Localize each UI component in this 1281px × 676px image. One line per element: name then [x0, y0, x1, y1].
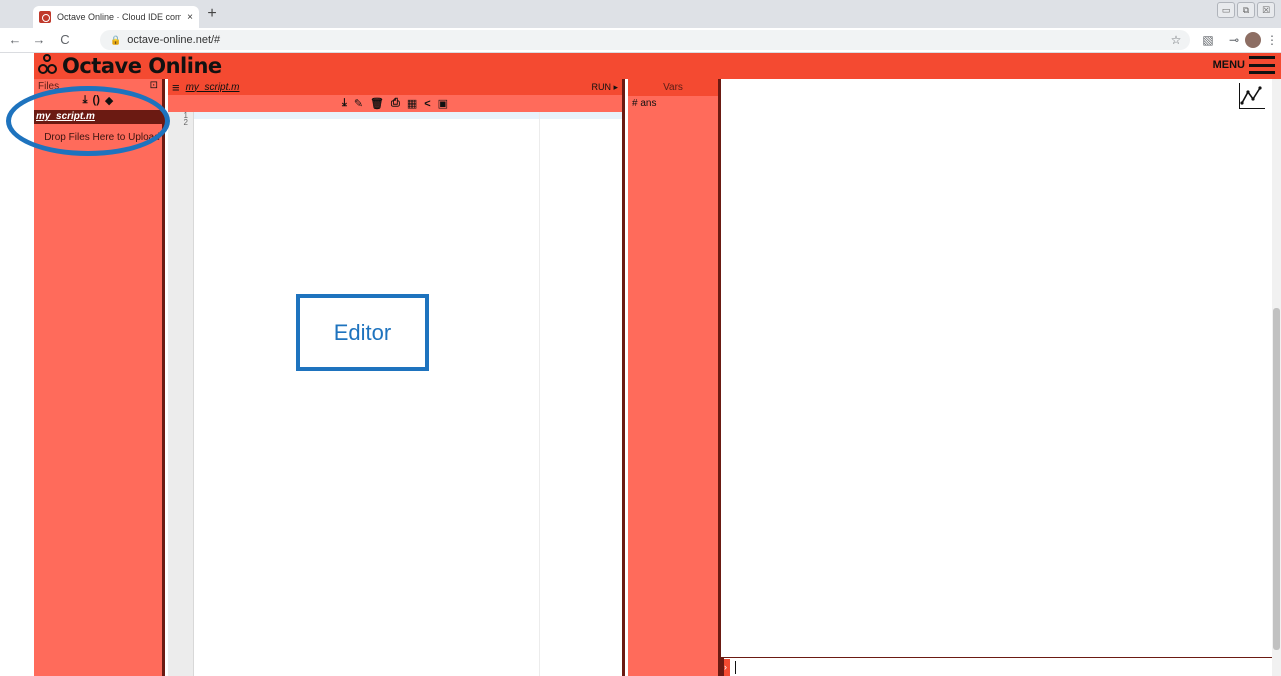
pdf-extension-icon[interactable]: ▧ — [1200, 32, 1216, 48]
profile-avatar[interactable] — [1245, 32, 1261, 48]
plot-output-area — [724, 79, 1269, 657]
line-gutter: 1 2 — [168, 112, 194, 676]
line-number: 1 — [183, 111, 188, 120]
download-icon[interactable]: ⤓ — [342, 97, 347, 110]
var-item-ans[interactable]: # ans — [628, 96, 718, 111]
new-tab-button[interactable]: + — [204, 6, 220, 24]
editor-toolbar: ⤓ ✎ 🗑 ⎙ ▦ < ▣ — [168, 95, 622, 112]
save-icon[interactable]: ▣ — [438, 97, 448, 110]
minimize-button[interactable]: ▭ — [1217, 2, 1235, 18]
octave-logo[interactable]: Octave Online — [38, 53, 222, 79]
url-text: octave-online.net/# — [127, 34, 221, 46]
window-controls: ▭ ⧉ ☒ — [1217, 2, 1275, 20]
app-header: Octave Online MENU — [34, 53, 1281, 79]
editor-annotation-box: Editor — [296, 294, 429, 371]
hamburger-icon — [1249, 56, 1275, 74]
files-panel: Files ⊡ ⤓ () ◆ my_script.m Drop Files He… — [34, 79, 165, 676]
text-cursor — [735, 661, 736, 674]
editor-filename[interactable]: my_script.m — [186, 82, 240, 93]
vars-panel: Vars # ans — [628, 79, 721, 676]
highlight-ellipse — [6, 86, 170, 156]
editor-panel: ≡ my_script.m RUN ▸ ⤓ ✎ 🗑 ⎙ ▦ < ▣ 1 2 Ed… — [168, 79, 625, 676]
browser-tab[interactable]: Octave Online · Cloud IDE compatib × — [33, 6, 199, 28]
line-number: 2 — [183, 118, 188, 127]
favicon-icon — [39, 11, 51, 23]
vars-header: Vars — [628, 79, 718, 96]
restore-button[interactable]: ⧉ — [1237, 2, 1255, 18]
address-bar: ← → C 🔒 octave-online.net/# ☆ ▧ ⊸ ⋮ — [0, 28, 1281, 53]
rename-icon[interactable]: ✎ — [354, 97, 363, 110]
prompt-icon: › — [724, 659, 730, 676]
command-input[interactable]: › — [721, 657, 1272, 676]
menu-label: MENU — [1212, 59, 1245, 71]
bookmark-star-icon[interactable]: ☆ — [1168, 32, 1184, 48]
share-icon[interactable]: < — [424, 98, 430, 110]
delete-icon[interactable]: 🗑 — [370, 97, 384, 110]
reload-button[interactable]: C — [56, 31, 74, 49]
print-icon[interactable]: ⎙ — [391, 97, 400, 110]
back-button[interactable]: ← — [6, 31, 24, 49]
plot-window-icon[interactable] — [1239, 83, 1265, 109]
octave-logo-icon — [38, 54, 60, 77]
collapse-files-icon[interactable]: ⊡ — [150, 80, 158, 91]
logo-text: Octave Online — [62, 54, 222, 78]
menu-button[interactable]: MENU — [1213, 56, 1275, 74]
close-window-button[interactable]: ☒ — [1257, 2, 1275, 18]
browser-tab-bar: Octave Online · Cloud IDE compatib × + ▭… — [0, 0, 1281, 28]
lock-icon: 🔒 — [110, 34, 122, 45]
url-input[interactable]: 🔒 octave-online.net/# — [100, 30, 1190, 50]
editor-annotation-label: Editor — [333, 319, 392, 345]
key-icon[interactable]: ⊸ — [1226, 32, 1242, 48]
qr-icon[interactable]: ▦ — [407, 97, 417, 110]
editor-menu-icon[interactable]: ≡ — [172, 80, 180, 95]
scrollbar-thumb[interactable] — [1273, 308, 1280, 650]
tab-close-button[interactable]: × — [187, 12, 193, 23]
code-editor-area[interactable] — [194, 112, 622, 676]
run-button[interactable]: RUN ▸ — [591, 82, 618, 93]
browser-menu-icon[interactable]: ⋮ — [1264, 32, 1280, 48]
editor-header: ≡ my_script.m RUN ▸ — [168, 79, 622, 95]
tab-title: Octave Online · Cloud IDE compatib — [57, 12, 182, 22]
forward-button[interactable]: → — [30, 31, 48, 49]
